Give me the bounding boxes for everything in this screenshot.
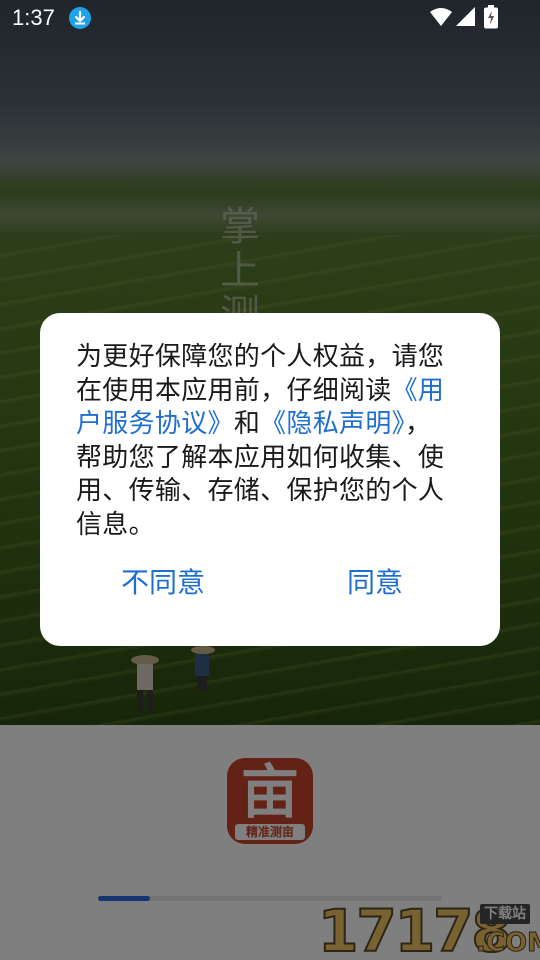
disagree-button[interactable]: 不同意 bbox=[73, 558, 253, 608]
privacy-consent-dialog: 为更好保障您的个人权益，请您在使用本应用前，仔细阅读《用户服务协议》和《隐私声明… bbox=[40, 313, 500, 646]
battery-charging-icon bbox=[484, 5, 498, 29]
consent-text-and: 和 bbox=[233, 409, 261, 439]
consent-text-intro: 为更好保障您的个人权益，请您在使用本应用前，仔细阅读 bbox=[76, 342, 445, 406]
status-time: 1:37 bbox=[12, 5, 55, 30]
wifi-icon bbox=[430, 8, 452, 26]
agree-button[interactable]: 同意 bbox=[285, 558, 465, 608]
consent-message: 为更好保障您的个人权益，请您在使用本应用前，仔细阅读《用户服务协议》和《隐私声明… bbox=[76, 341, 446, 542]
download-icon bbox=[69, 7, 91, 29]
signal-icon bbox=[456, 7, 475, 26]
privacy-statement-link[interactable]: 《隐私声明》 bbox=[260, 409, 405, 439]
status-bar: 1:37 bbox=[0, 0, 540, 36]
